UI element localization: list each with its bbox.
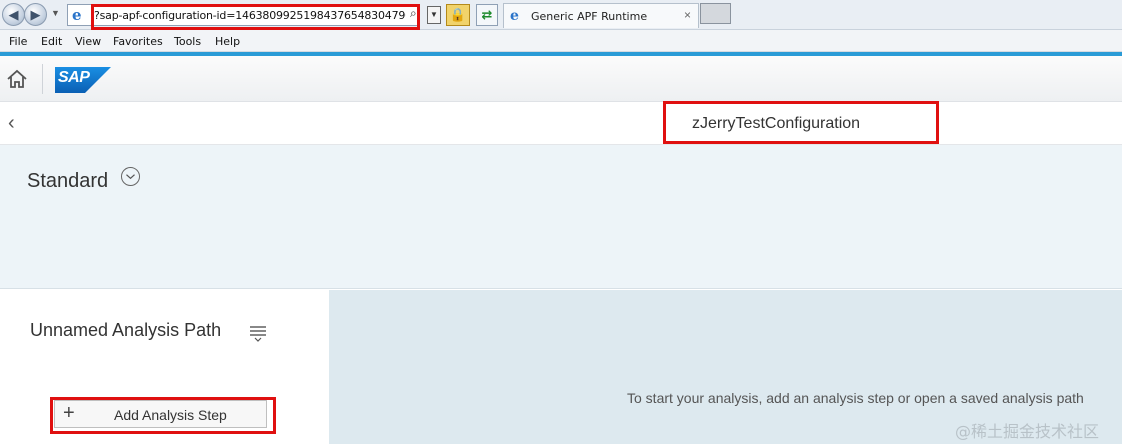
add-step-highlight-box bbox=[50, 397, 276, 434]
shell-header: SAP bbox=[0, 56, 1122, 102]
close-tab-icon[interactable]: × bbox=[684, 8, 691, 22]
lock-icon[interactable]: 🔒 bbox=[446, 4, 470, 26]
page-header: ‹ zJerryTestConfiguration bbox=[0, 102, 1122, 145]
new-tab-button[interactable] bbox=[700, 3, 731, 24]
menu-edit[interactable]: Edit bbox=[41, 35, 62, 48]
browser-tab-active[interactable]: e Generic APF Runtime × bbox=[503, 3, 699, 28]
menu-tools[interactable]: Tools bbox=[174, 35, 201, 48]
analysis-path-title: Unnamed Analysis Path bbox=[30, 320, 222, 340]
title-highlight-box bbox=[663, 101, 939, 144]
history-dropdown-icon[interactable]: ▼ bbox=[51, 8, 60, 18]
home-icon[interactable] bbox=[6, 68, 28, 90]
address-dropdown-button[interactable]: ▼ bbox=[427, 6, 441, 24]
menu-view[interactable]: View bbox=[75, 35, 101, 48]
sap-logo-text: SAP bbox=[58, 69, 90, 86]
menu-help[interactable]: Help bbox=[215, 35, 240, 48]
chevron-down-icon[interactable] bbox=[121, 167, 140, 186]
chevron-left-icon[interactable]: ‹ bbox=[8, 112, 15, 135]
back-button[interactable]: ◀ bbox=[2, 3, 25, 26]
ie-page-icon: e bbox=[72, 6, 82, 24]
menu-icon[interactable] bbox=[249, 324, 267, 342]
empty-canvas-hint: To start your analysis, add an analysis … bbox=[627, 390, 1084, 406]
tab-title: Generic APF Runtime bbox=[531, 10, 648, 23]
arrow-left-icon: ◀ bbox=[8, 6, 19, 22]
menu-bar: File Edit View Favorites Tools Help bbox=[0, 30, 1122, 52]
menu-favorites[interactable]: Favorites bbox=[113, 35, 163, 48]
ie-tab-icon: e bbox=[510, 8, 519, 24]
smart-filter-area: Standard bbox=[0, 145, 1122, 289]
refresh-button[interactable]: ⇄ bbox=[476, 4, 498, 26]
forward-button[interactable]: ▶ bbox=[24, 3, 47, 26]
shell-separator bbox=[42, 64, 43, 94]
variant-label[interactable]: Standard bbox=[27, 170, 108, 193]
arrow-right-icon: ▶ bbox=[30, 6, 41, 22]
menu-file[interactable]: File bbox=[9, 35, 27, 48]
address-highlight-box bbox=[91, 4, 420, 30]
watermark: @稀土掘金技术社区 bbox=[955, 422, 1100, 441]
